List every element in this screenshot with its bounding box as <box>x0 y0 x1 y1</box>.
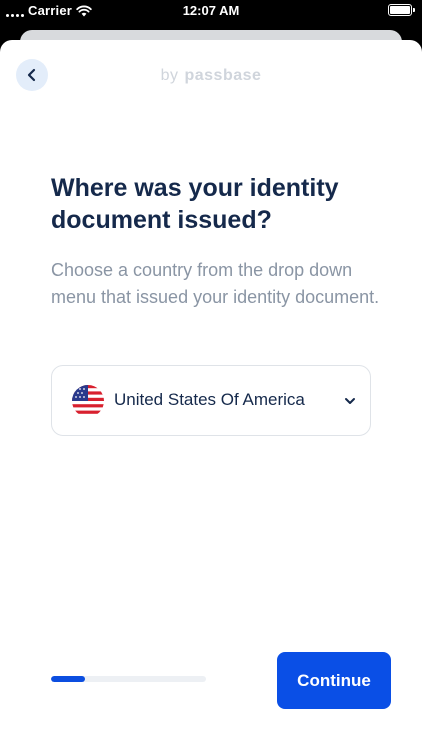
us-flag-icon <box>72 385 104 417</box>
chevron-down-icon <box>345 398 355 404</box>
brand-name: passbase <box>184 67 262 84</box>
status-time: 12:07 AM <box>182 3 240 18</box>
modal-sheet: by passbase Where was your identity docum… <box>0 40 422 750</box>
page-subtitle: Choose a country from the drop down menu… <box>51 260 380 307</box>
page-title: Where was your identity document issued? <box>51 174 339 234</box>
battery-icon <box>388 4 415 16</box>
status-bar: Carrier 12:07 AM <box>0 0 422 22</box>
country-select[interactable]: United States Of America <box>51 365 371 436</box>
brand-prefix: by <box>160 67 179 84</box>
progress-fill <box>51 676 86 682</box>
brand-attribution: by passbase <box>0 67 422 85</box>
progress-bar <box>51 676 206 682</box>
selected-country: United States Of America <box>114 390 305 409</box>
continue-button[interactable]: Continue <box>277 652 391 709</box>
